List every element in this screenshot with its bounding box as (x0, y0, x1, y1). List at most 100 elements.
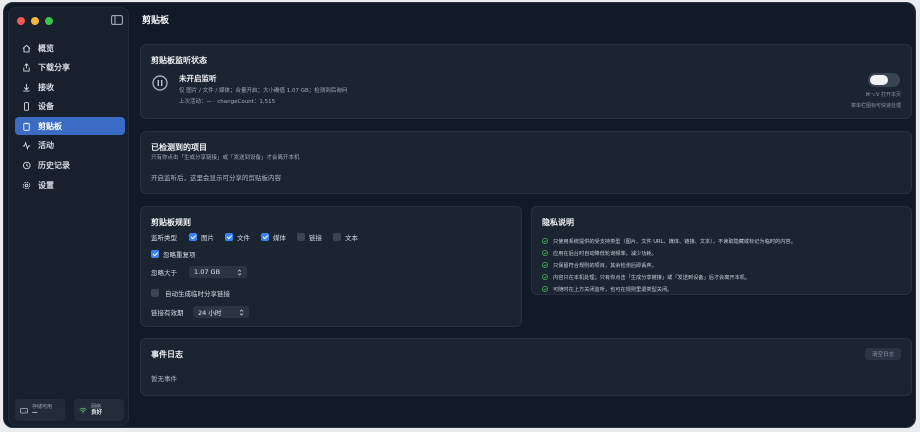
ignore-duplicates-row: 忽略重复项 (151, 249, 196, 259)
sidebar-item-label: 历史记录 (38, 161, 70, 171)
log-card-title: 事件日志 (151, 350, 183, 359)
ignore-over-value: 1.07 GB (194, 268, 221, 276)
sidebar: 概览 下载分享 接收 设备 剪贴板 活动 历史记录 设置 存储可用 — 网络 良… (8, 7, 129, 426)
sidebar-item-download-share[interactable]: 下载分享 (15, 59, 125, 77)
monitor-description: 仅 图片 / 文件 / 媒体；合量开启；大小确值 1.07 GB；检测到后询问 (179, 88, 348, 94)
sidebar-item-overview[interactable]: 概览 (15, 39, 125, 57)
privacy-item-text: 内容只在本机处理；只有你点击「生成分享链接」或「发送到设备」后才会离开本机。 (553, 274, 751, 281)
log-empty-text: 暂无事件 (151, 375, 177, 383)
share-upload-icon (23, 63, 30, 72)
sidebar-item-label: 下载分享 (38, 63, 70, 73)
privacy-item: 内容只在本机处理；只有你点击「生成分享链接」或「发送到设备」后才会离开本机。 (542, 271, 796, 283)
sidebar-item-label: 剪贴板 (38, 121, 62, 131)
monitor-card-title: 剪贴板监听状态 (151, 56, 207, 65)
sidebar-item-label: 接收 (38, 82, 54, 92)
traffic-lights (17, 17, 53, 25)
sidebar-item-settings[interactable]: 设置 (15, 176, 125, 194)
link-validity-select[interactable]: 24 小时 (193, 306, 249, 318)
ignore-over-label: 忽略大于 (151, 269, 177, 277)
sidebar-item-label: 设备 (38, 102, 54, 112)
close-window-button[interactable] (17, 17, 25, 25)
pause-circle-icon (152, 75, 168, 91)
ignore-over-select[interactable]: 1.07 GB (189, 266, 247, 278)
clear-log-button[interactable]: 清空日志 (864, 348, 901, 360)
sidebar-nav: 概览 下载分享 接收 设备 剪贴板 活动 历史记录 设置 (15, 39, 125, 196)
link-validity-label: 链接有效期 (151, 309, 184, 317)
check-circle-icon (542, 286, 548, 292)
monitor-status-text: 未开启监听 (179, 74, 217, 83)
check-circle-icon (542, 262, 548, 268)
monitor-types-row: 监听类型 图片 文件 媒体 链接 文本 (151, 232, 358, 242)
sidebar-item-clipboard[interactable]: 剪贴板 (15, 117, 125, 136)
monitor-toggle[interactable] (868, 73, 900, 87)
ignore-duplicates-checkbox[interactable] (151, 250, 159, 258)
type-link-checkbox[interactable] (297, 233, 305, 241)
type-file-checkbox[interactable] (225, 233, 233, 241)
privacy-card-title: 隐私说明 (542, 218, 574, 227)
history-icon (22, 161, 31, 170)
zoom-window-button[interactable] (45, 17, 53, 25)
privacy-item-text: 可随时在上方关闭监听，也可在规则里退类型关闭。 (553, 286, 673, 293)
privacy-item: 应用在后台时自动降低轮询频率，减少功耗。 (542, 247, 796, 259)
privacy-item: 只使用系统提供的受支持类型（图片、文件 URL、媒体、链接、文本），不读取隐藏或… (542, 235, 796, 247)
detected-items-card: 已检测到的项目 只有你点击「生成分享链接」或「发送到设备」才会离开本机 开启监听… (140, 131, 912, 194)
ignore-duplicates-label: 忽略重复项 (163, 251, 196, 259)
phone-icon (24, 102, 29, 112)
type-image-checkbox[interactable] (189, 233, 197, 241)
drive-icon (20, 407, 28, 413)
types-label: 监听类型 (151, 234, 177, 242)
network-value: 良好 (91, 409, 103, 416)
sidebar-item-devices[interactable]: 设备 (15, 98, 125, 116)
type-file-label: 文件 (237, 234, 250, 242)
clipboard-icon (23, 122, 30, 131)
type-image-label: 图片 (201, 234, 214, 242)
privacy-card: 隐私说明 只使用系统提供的受支持类型（图片、文件 URL、媒体、链接、文本），不… (531, 206, 912, 295)
storage-status: 存储可用 — (15, 399, 65, 421)
sidebar-item-label: 设置 (38, 180, 54, 190)
rules-card-title: 剪贴板规则 (151, 218, 191, 227)
type-media-label: 媒体 (273, 234, 286, 242)
type-text-label: 文本 (345, 234, 358, 242)
network-status: 网络 良好 (74, 399, 124, 421)
monitor-hint: 菜单栏图标可快速处理 (850, 103, 901, 109)
privacy-item-text: 应用在后台时自动降低轮询频率，减少功耗。 (553, 250, 657, 257)
activity-icon (22, 141, 31, 151)
ignore-over-row: 忽略大于 1.07 GB (151, 266, 247, 278)
network-label: 网络 (91, 403, 102, 410)
type-link-label: 链接 (309, 234, 322, 242)
type-media-checkbox[interactable] (261, 233, 269, 241)
minimize-window-button[interactable] (31, 17, 39, 25)
page-title: 剪贴板 (142, 16, 170, 26)
privacy-item-text: 只使用系统提供的受支持类型（图片、文件 URL、媒体、链接、文本），不读取隐藏或… (553, 238, 796, 245)
download-arrow-icon (23, 83, 30, 92)
privacy-item: 只保留符合规则的项目，其余检测后即丢弃。 (542, 259, 796, 271)
sidebar-item-history[interactable]: 历史记录 (15, 157, 125, 175)
monitor-last-activity: 上次活动：— · changeCount：1,515 (179, 99, 276, 105)
sidebar-item-activity[interactable]: 活动 (15, 137, 125, 155)
wifi-icon (79, 407, 87, 413)
detected-subtitle: 只有你点击「生成分享链接」或「发送到设备」才会离开本机 (151, 155, 300, 161)
clipboard-rules-card: 剪贴板规则 监听类型 图片 文件 媒体 链接 文本 忽略重复项 忽略大于 1.0… (140, 206, 522, 327)
link-validity-row: 链接有效期 24 小时 (151, 306, 249, 318)
sidebar-item-label: 活动 (38, 141, 54, 151)
type-text-checkbox[interactable] (333, 233, 341, 241)
monitor-toggle-knob (870, 75, 888, 85)
sidebar-toggle-icon[interactable] (111, 15, 123, 25)
privacy-item-text: 只保留符合规则的项目，其余检测后即丢弃。 (553, 262, 657, 269)
privacy-item: 可随时在上方关闭监听，也可在规则里退类型关闭。 (542, 283, 796, 295)
auto-link-row: 自动生成临时分享链接 (151, 288, 230, 298)
link-validity-value: 24 小时 (198, 309, 222, 317)
detected-empty-text: 开启监听后，这里会显示可分享的剪贴板内容 (151, 174, 281, 182)
chevron-updown-icon (239, 308, 244, 316)
storage-label: 存储可用 (32, 403, 53, 410)
auto-link-checkbox[interactable] (151, 289, 159, 297)
sidebar-item-label: 概览 (38, 43, 54, 53)
sidebar-item-receive[interactable]: 接收 (15, 78, 125, 96)
auto-link-label: 自动生成临时分享链接 (165, 290, 230, 298)
check-circle-icon (542, 274, 548, 280)
home-icon (22, 44, 31, 52)
detected-card-title: 已检测到的项目 (151, 143, 207, 152)
monitor-shortcut: ⌘⌥V 打开本页 (865, 92, 901, 98)
event-log-card: 事件日志 清空日志 暂无事件 (140, 338, 912, 396)
chevron-updown-icon (237, 268, 242, 276)
